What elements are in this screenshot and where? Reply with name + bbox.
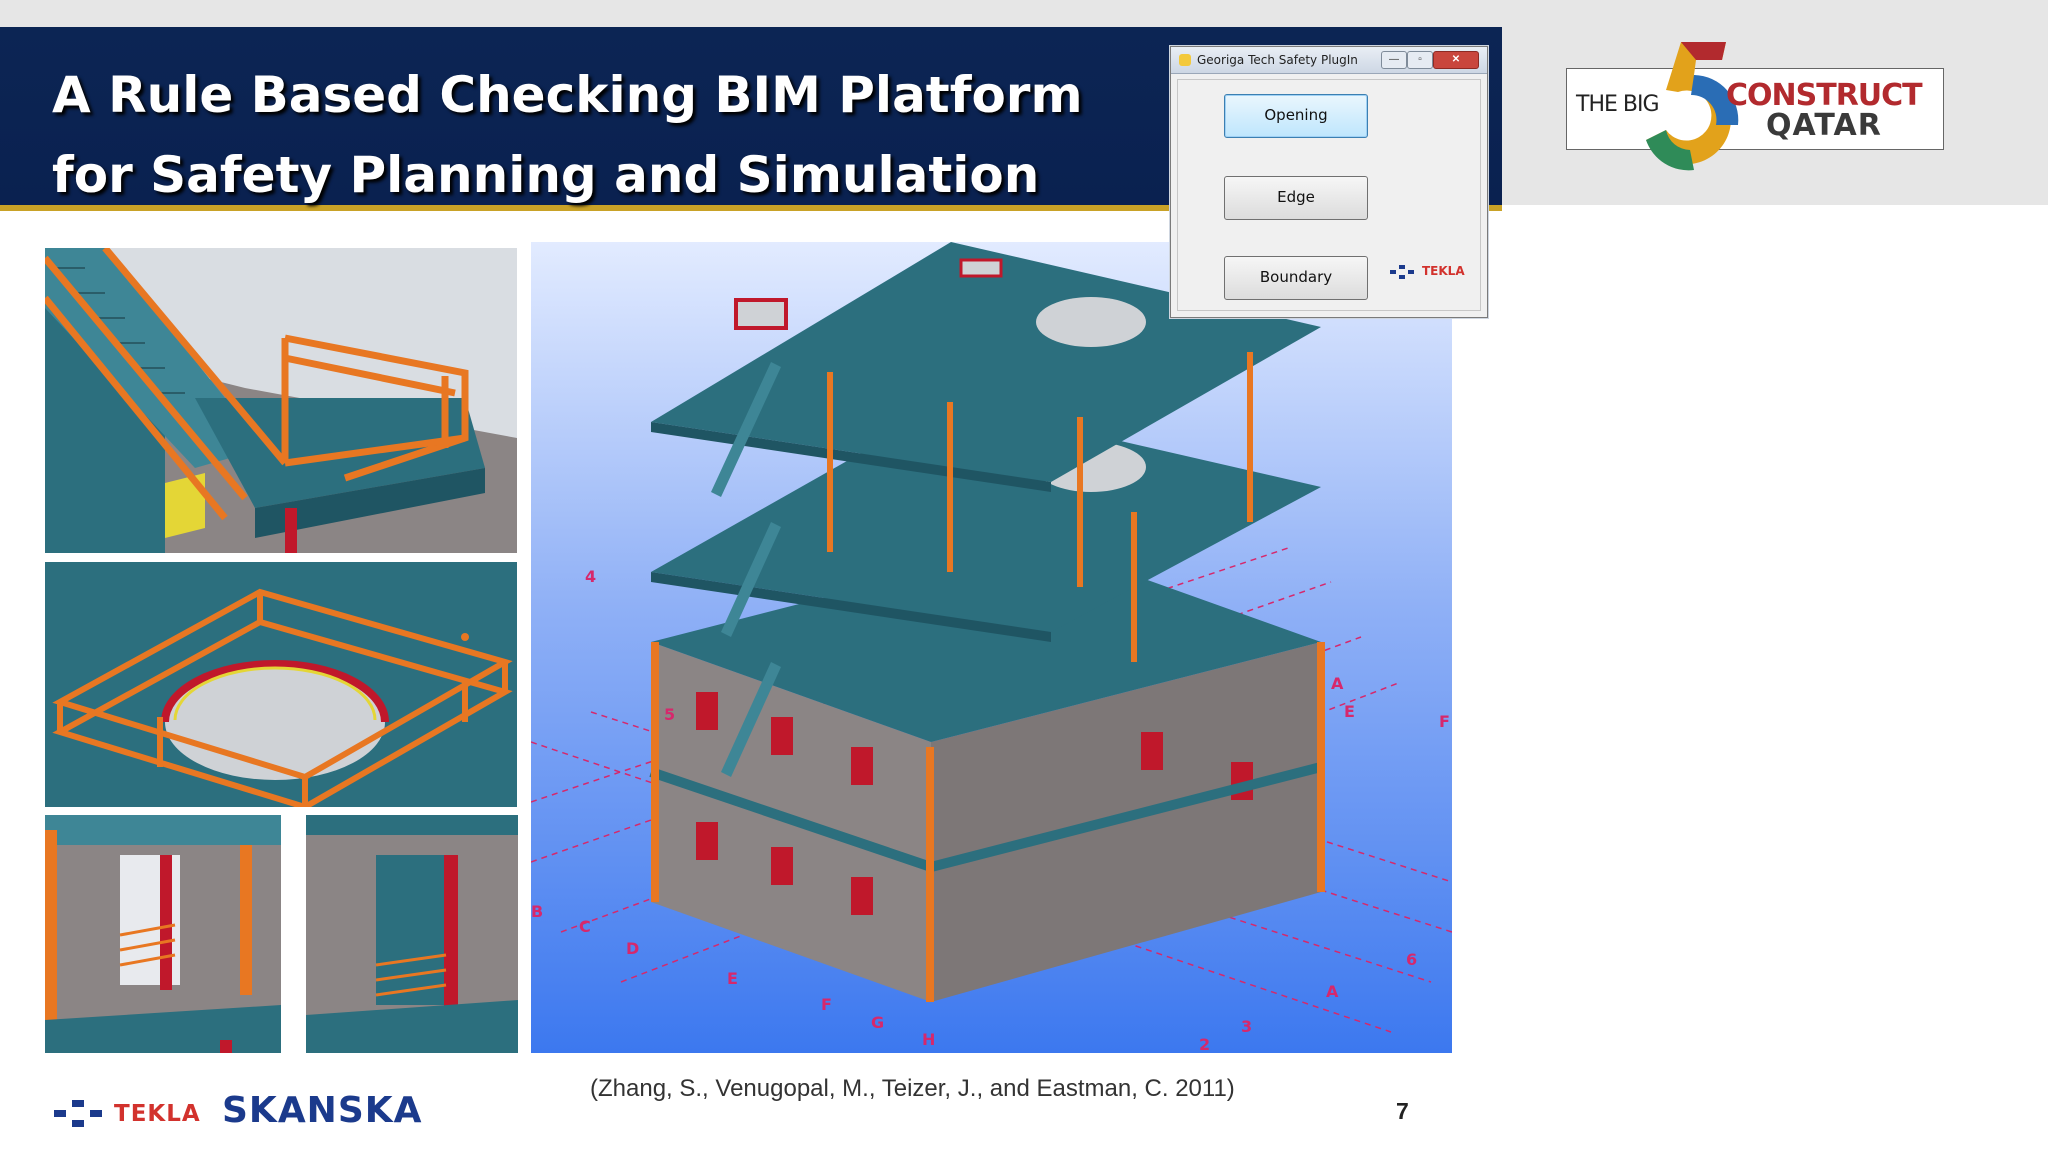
grid-label: A xyxy=(1326,982,1339,1001)
logo-qatar: QATAR xyxy=(1766,108,1882,143)
maximize-button[interactable]: ▫ xyxy=(1407,51,1433,69)
footer-tekla-logo: TEKLA xyxy=(52,1095,200,1136)
page-number: 7 xyxy=(1396,1098,1409,1124)
plugin-titlebar[interactable]: Georiga Tech Safety PlugIn — ▫ ✕ xyxy=(1171,47,1487,74)
detail-image-opening-guardrail xyxy=(45,562,517,807)
plugin-tekla-text: TEKLA xyxy=(1422,264,1465,278)
grid-label: E xyxy=(727,969,738,988)
grid-label: 2 xyxy=(1199,1035,1210,1053)
edge-button[interactable]: Edge xyxy=(1224,176,1368,220)
plugin-tekla-logo: TEKLA xyxy=(1388,262,1465,287)
grid-label: G xyxy=(871,1013,884,1032)
plugin-body: Opening Edge Boundary TEKLA xyxy=(1177,79,1481,311)
grid-label: 4 xyxy=(585,567,596,586)
grid-label: E xyxy=(1344,702,1355,721)
plugin-window-title: Georiga Tech Safety PlugIn xyxy=(1197,53,1358,67)
grid-label: H xyxy=(922,1030,935,1049)
big5-construct-qatar-logo: THE BIG CONSTRUCT QATAR xyxy=(1566,30,1946,180)
tekla-mark-icon xyxy=(54,1100,102,1127)
citation: (Zhang, S., Venugopal, M., Teizer, J., a… xyxy=(590,1075,1235,1102)
grid-label: B xyxy=(531,902,543,921)
grid-label: F xyxy=(821,995,832,1014)
grid-label: 3 xyxy=(1241,1017,1252,1036)
footer-skanska-logo: SKANSKA xyxy=(222,1090,423,1131)
bim-model-view: B C D E F G H A E F 4 5 6 A 3 2 xyxy=(531,242,1452,1053)
grid-label: D xyxy=(626,939,639,958)
opening-button[interactable]: Opening xyxy=(1224,94,1368,138)
logo-the-big: THE BIG xyxy=(1576,92,1660,117)
tekla-mark-icon xyxy=(1390,265,1414,279)
safety-plugin-window[interactable]: Georiga Tech Safety PlugIn — ▫ ✕ Opening… xyxy=(1170,46,1488,318)
boundary-button[interactable]: Boundary xyxy=(1224,256,1368,300)
app-icon xyxy=(1179,54,1191,66)
grid-label: 6 xyxy=(1406,950,1417,969)
detail-image-stair-guardrail xyxy=(45,248,517,553)
grid-label: A xyxy=(1331,674,1344,693)
grid-label: C xyxy=(579,917,591,936)
footer-tekla-text: TEKLA xyxy=(114,1101,201,1127)
grid-label: 5 xyxy=(664,705,675,724)
slide-title: A Rule Based Checking BIM Platform for S… xyxy=(52,55,1083,215)
slide-title-line1: A Rule Based Checking BIM Platform xyxy=(52,66,1083,124)
grid-label: F xyxy=(1439,712,1450,731)
detail-image-window-opening xyxy=(45,815,281,1053)
close-button[interactable]: ✕ xyxy=(1433,51,1479,69)
minimize-button[interactable]: — xyxy=(1381,51,1407,69)
slide-title-line2: for Safety Planning and Simulation xyxy=(52,146,1040,204)
detail-image-wall-opening xyxy=(306,815,518,1053)
top-strip xyxy=(0,0,2048,27)
